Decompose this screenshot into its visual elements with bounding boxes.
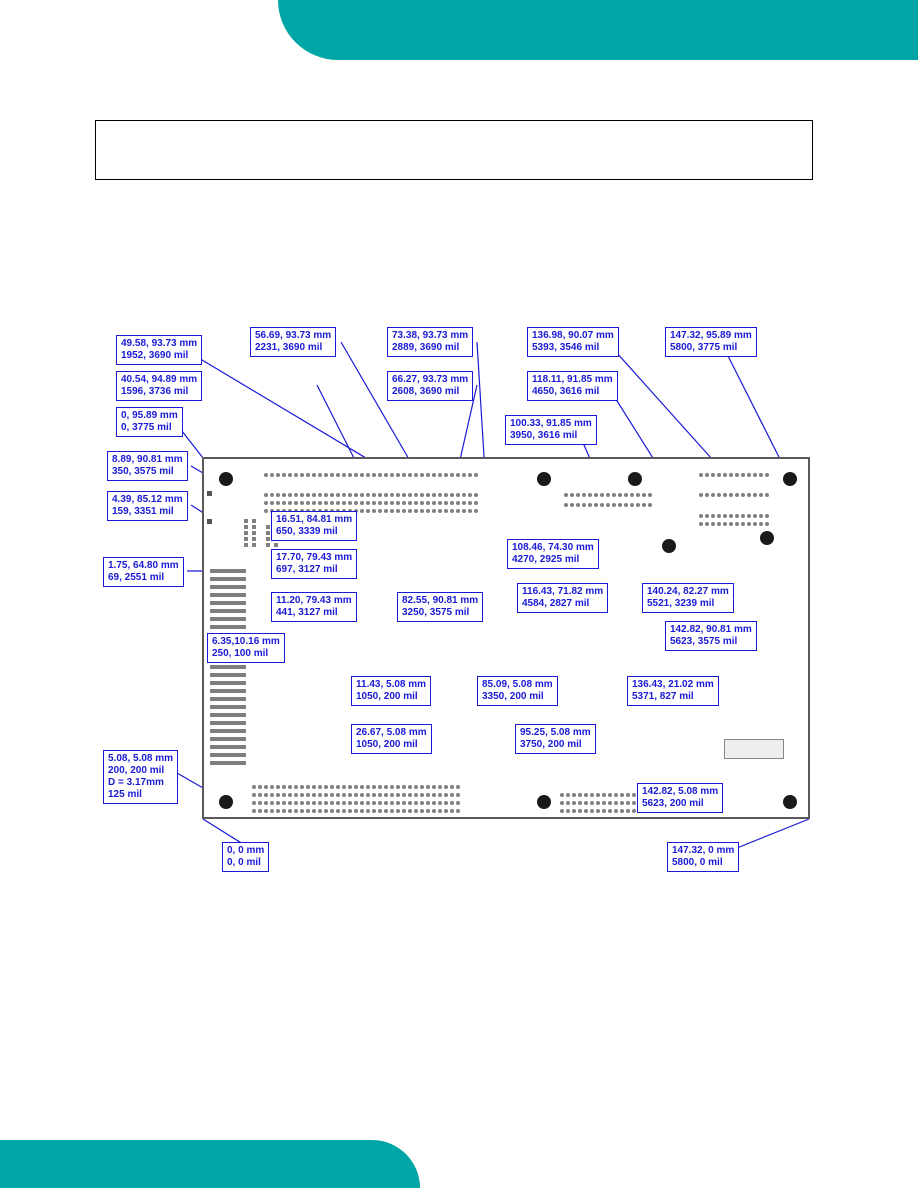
- connector: [724, 739, 784, 759]
- dimension-label: 85.09, 5.08 mm3350, 200 mil: [477, 676, 558, 706]
- dimension-label: 108.46, 74.30 mm4270, 2925 mil: [507, 539, 599, 569]
- mounting-hole: [783, 472, 797, 486]
- dimension-label: 56.69, 93.73 mm2231, 3690 mil: [250, 327, 336, 357]
- dimension-label: 147.32, 0 mm5800, 0 mil: [667, 842, 739, 872]
- mounting-hole: [537, 795, 551, 809]
- pin-row: [564, 493, 664, 497]
- pin-row: [264, 473, 524, 477]
- dimension-label: 8.89, 90.81 mm350, 3575 mil: [107, 451, 188, 481]
- dimension-label: 1.75, 64.80 mm69, 2551 mil: [103, 557, 184, 587]
- pin-row: [252, 793, 492, 797]
- pin-bars: [210, 569, 246, 779]
- dimension-label: 82.55, 90.81 mm3250, 3575 mil: [397, 592, 483, 622]
- dimension-label: 140.24, 82.27 mm5521, 3239 mil: [642, 583, 734, 613]
- pin-row: [252, 809, 492, 813]
- dimension-label: 73.38, 93.73 mm2889, 3690 mil: [387, 327, 473, 357]
- dimension-label: 136.43, 21.02 mm5371, 827 mil: [627, 676, 719, 706]
- dimension-label: 118.11, 91.85 mm4650, 3616 mil: [527, 371, 618, 401]
- pin-row: [264, 501, 524, 505]
- pin-row: [699, 514, 779, 518]
- dimension-label: 66.27, 93.73 mm2608, 3690 mil: [387, 371, 473, 401]
- dimension-label: 142.82, 90.81 mm5623, 3575 mil: [665, 621, 757, 651]
- mounting-hole: [760, 531, 774, 545]
- dimension-label: 16.51, 84.81 mm650, 3339 mil: [271, 511, 357, 541]
- dimension-label: 49.58, 93.73 mm1952, 3690 mil: [116, 335, 202, 365]
- mounting-hole: [783, 795, 797, 809]
- dimension-label: 6.35,10.16 mm250, 100 mil: [207, 633, 285, 663]
- dimension-label: 142.82, 5.08 mm5623, 200 mil: [637, 783, 723, 813]
- mounting-hole: [662, 539, 676, 553]
- pin-row: [699, 473, 779, 477]
- pcb-dimension-figure: 49.58, 93.73 mm1952, 3690 mil 56.69, 93.…: [107, 325, 817, 885]
- dimension-label: 100.33, 91.85 mm3950, 3616 mil: [505, 415, 597, 445]
- pcb-pad: [207, 491, 212, 496]
- pin-col: [266, 525, 270, 547]
- mounting-hole: [219, 795, 233, 809]
- pin-row: [264, 493, 524, 497]
- dimension-label: 0, 95.89 mm0, 3775 mil: [116, 407, 183, 437]
- section-title-bar: [95, 120, 813, 180]
- pin-col: [244, 519, 248, 547]
- header-decoration: [278, 0, 918, 60]
- dimension-label: 95.25, 5.08 mm3750, 200 mil: [515, 724, 596, 754]
- footer-decoration: [0, 1140, 420, 1188]
- dimension-label: 11.20, 79.43 mm441, 3127 mil: [271, 592, 357, 622]
- dimension-label: 116.43, 71.82 mm4584, 2827 mil: [517, 583, 608, 613]
- dimension-label: 0, 0 mm0, 0 mil: [222, 842, 269, 872]
- dimension-label: 40.54, 94.89 mm1596, 3736 mil: [116, 371, 202, 401]
- mounting-hole: [219, 472, 233, 486]
- dimension-label: 4.39, 85.12 mm159, 3351 mil: [107, 491, 188, 521]
- pin-row: [252, 785, 492, 789]
- pin-row: [252, 801, 492, 805]
- dimension-label: 136.98, 90.07 mm5393, 3546 mil: [527, 327, 619, 357]
- pin-row: [699, 522, 779, 526]
- mounting-hole: [628, 472, 642, 486]
- pin-row: [699, 493, 779, 497]
- dimension-label: 11.43, 5.08 mm1050, 200 mil: [351, 676, 431, 706]
- pcb-pad: [207, 519, 212, 524]
- dimension-label: 147.32, 95.89 mm5800, 3775 mil: [665, 327, 757, 357]
- dimension-label: 5.08, 5.08 mm200, 200 milD = 3.17mm 125 …: [103, 750, 178, 804]
- pin-col: [252, 519, 256, 547]
- dimension-label: 26.67, 5.08 mm1050, 200 mil: [351, 724, 432, 754]
- pin-row: [564, 503, 664, 507]
- dimension-label: 17.70, 79.43 mm697, 3127 mil: [271, 549, 357, 579]
- mounting-hole: [537, 472, 551, 486]
